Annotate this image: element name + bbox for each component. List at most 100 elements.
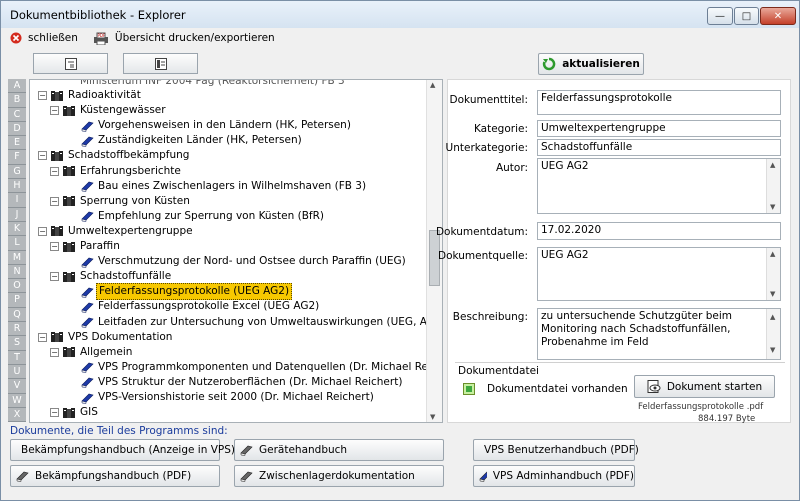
- alphabet-letter[interactable]: J: [8, 207, 26, 222]
- scroll-up-arrow-icon[interactable]: ▲: [430, 81, 435, 89]
- tree-document-row[interactable]: Bau eines Zwischenlagers in Wilhelmshave…: [66, 179, 366, 194]
- alphabet-letter[interactable]: W: [8, 393, 26, 408]
- author-field[interactable]: UEG AG2 ▲ ▼: [537, 158, 781, 214]
- doc-title-label: Dokumenttitel:: [449, 94, 528, 106]
- tree-document-row[interactable]: Vorgehensweisen in den Ländern (HK, Pete…: [66, 118, 351, 133]
- scroll-down-arrow-icon[interactable]: ▼: [770, 344, 775, 357]
- collapse-toggle-icon[interactable]: −: [50, 196, 59, 206]
- alphabet-letter[interactable]: T: [8, 350, 26, 365]
- tree-row-label: Zuständigkeiten Länder (HK, Petersen): [98, 134, 302, 147]
- tree-document-row[interactable]: Verschmutzung der Nord- und Ostsee durch…: [66, 254, 406, 269]
- tree-folder-row[interactable]: − Umweltexpertengruppe: [38, 224, 193, 239]
- document-tree[interactable]: Ministerium INF 2004 Pag (Reaktorsicherh…: [29, 79, 443, 423]
- alphabet-letter[interactable]: P: [8, 293, 26, 308]
- author-scrollbar[interactable]: ▲ ▼: [766, 159, 780, 213]
- start-document-button[interactable]: Dokument starten: [634, 375, 775, 398]
- alphabet-letter[interactable]: L: [8, 236, 26, 251]
- tree-row-label: Radioaktivität: [68, 89, 141, 101]
- file-group: Dokumentdatei Dokumentdatei vorhanden Do…: [455, 362, 785, 424]
- expand-tree-button[interactable]: [123, 53, 198, 74]
- program-document-button[interactable]: Gerätehandbuch: [234, 439, 444, 461]
- collapse-tree-button[interactable]: [33, 53, 108, 74]
- tree-document-row[interactable]: VPS Programmkomponenten und Datenquellen…: [66, 360, 443, 375]
- alphabet-letter[interactable]: Q: [8, 307, 26, 323]
- tree-document-row[interactable]: Leitfaden zur Untersuchung von Umweltaus…: [66, 315, 442, 330]
- alphabet-letter[interactable]: H: [8, 179, 26, 194]
- collapse-toggle-icon[interactable]: −: [50, 408, 59, 418]
- alphabet-letter[interactable]: S: [8, 336, 26, 351]
- collapse-toggle-icon[interactable]: −: [50, 272, 59, 282]
- description-field[interactable]: zu untersuchende Schutzgüter beim Monito…: [537, 308, 781, 360]
- collapse-toggle-icon[interactable]: −: [50, 242, 59, 251]
- tree-document-row[interactable]: VPS-Versionshistorie seit 2000 (Dr. Mich…: [66, 390, 374, 405]
- close-window-button[interactable]: ✕: [760, 7, 796, 25]
- tree-document-row[interactable]: Zuständigkeiten Länder (HK, Petersen): [66, 133, 302, 148]
- scroll-down-arrow-icon[interactable]: ▼: [430, 413, 435, 421]
- scroll-down-arrow-icon[interactable]: ▼: [770, 203, 775, 211]
- tree-folder-row[interactable]: − Erfahrungsberichte: [50, 164, 181, 179]
- collapse-toggle-icon[interactable]: −: [50, 106, 59, 116]
- alphabet-letter[interactable]: G: [8, 164, 26, 180]
- source-field[interactable]: UEG AG2 ▲ ▼: [537, 247, 781, 301]
- program-document-button[interactable]: Bekämpfungshandbuch (Anzeige in VPS): [10, 439, 235, 461]
- maximize-button[interactable]: □: [734, 7, 759, 25]
- scroll-up-arrow-icon[interactable]: ▲: [770, 250, 775, 258]
- source-value: UEG AG2: [541, 249, 589, 261]
- alphabet-letter[interactable]: N: [8, 264, 26, 280]
- tree-folder-row[interactable]: − Sperrung von Küsten: [50, 194, 190, 209]
- collapse-toggle-icon[interactable]: −: [38, 332, 47, 342]
- tree-expand-icon: [154, 57, 167, 70]
- tree-folder-row[interactable]: − Schadstoffbekämpfung: [38, 148, 189, 163]
- scroll-up-arrow-icon[interactable]: ▲: [770, 311, 775, 324]
- alphabet-letter[interactable]: O: [8, 279, 26, 294]
- scroll-down-arrow-icon[interactable]: ▼: [770, 290, 775, 298]
- collapse-toggle-icon[interactable]: −: [38, 226, 47, 236]
- tree-folder-row[interactable]: − Radioaktivität: [38, 88, 141, 103]
- description-scrollbar[interactable]: ▲ ▼: [766, 309, 780, 359]
- tree-folder-row[interactable]: − Paraffin: [50, 239, 120, 254]
- alphabet-letter[interactable]: A: [8, 79, 26, 94]
- tree-document-row[interactable]: Empfehlung zur Sperrung von Küsten (BfR): [66, 209, 324, 224]
- close-tool[interactable]: schließen: [10, 32, 78, 44]
- collapse-toggle-icon[interactable]: −: [50, 347, 59, 357]
- alphabet-letter[interactable]: K: [8, 221, 26, 237]
- program-document-button[interactable]: VPS Adminhandbuch (PDF): [473, 465, 635, 487]
- tree-document-row[interactable]: VPS Struktur der Nutzeroberflächen (Dr. …: [66, 375, 402, 390]
- alphabet-letter[interactable]: U: [8, 364, 26, 380]
- alphabet-letter[interactable]: I: [8, 193, 26, 208]
- tree-document-row[interactable]: Felderfassungsprotokolle (UEG AG2): [66, 283, 293, 301]
- tree-folder-row[interactable]: − Allgemein: [50, 345, 132, 360]
- source-scrollbar[interactable]: ▲ ▼: [766, 248, 780, 300]
- alphabet-letter[interactable]: B: [8, 93, 26, 108]
- alphabet-letter[interactable]: D: [8, 121, 26, 137]
- minimize-button[interactable]: —: [707, 7, 733, 25]
- date-field[interactable]: 17.02.2020: [537, 222, 781, 240]
- tree-document-row[interactable]: Felderfassungsprotokolle Excel (UEG AG2): [66, 299, 319, 314]
- alphabet-letter[interactable]: F: [8, 150, 26, 165]
- print-export-tool[interactable]: PDF Übersicht drucken/exportieren: [93, 32, 275, 45]
- subcategory-field[interactable]: Schadstoffunfälle: [537, 139, 781, 156]
- tree-folder-row[interactable]: − VPS Dokumentation: [38, 330, 172, 345]
- collapse-toggle-icon[interactable]: −: [50, 166, 59, 176]
- alphabet-letter[interactable]: E: [8, 136, 26, 151]
- alphabet-letter[interactable]: M: [8, 250, 26, 265]
- tree-row-label: Verschmutzung der Nord- und Ostsee durch…: [98, 255, 406, 268]
- alphabet-letter[interactable]: V: [8, 379, 26, 394]
- program-document-button[interactable]: VPS Benutzerhandbuch (PDF): [473, 439, 639, 461]
- program-document-button[interactable]: Zwischenlagerdokumentation: [234, 465, 444, 487]
- tree-folder-row[interactable]: − GIS: [50, 405, 98, 420]
- tree-row-label: VPS Programmkomponenten und Datenquellen…: [98, 360, 443, 373]
- program-document-button[interactable]: Bekämpfungshandbuch (PDF): [10, 465, 220, 487]
- alphabet-letter[interactable]: R: [8, 322, 26, 337]
- tree-folder-row[interactable]: − Schadstoffunfälle: [50, 269, 171, 284]
- blue-book-icon: [81, 257, 94, 268]
- collapse-toggle-icon[interactable]: −: [38, 151, 47, 161]
- category-field[interactable]: Umweltexpertengruppe: [537, 120, 781, 137]
- refresh-button[interactable]: aktualisieren: [538, 53, 644, 75]
- collapse-toggle-icon[interactable]: −: [38, 91, 47, 100]
- scroll-up-arrow-icon[interactable]: ▲: [770, 161, 775, 169]
- alphabet-letter[interactable]: X: [8, 407, 26, 423]
- tree-folder-row[interactable]: − Küstengewässer: [50, 103, 166, 118]
- alphabet-letter[interactable]: C: [8, 107, 26, 122]
- doc-title-field[interactable]: Felderfassungsprotokolle: [537, 90, 781, 115]
